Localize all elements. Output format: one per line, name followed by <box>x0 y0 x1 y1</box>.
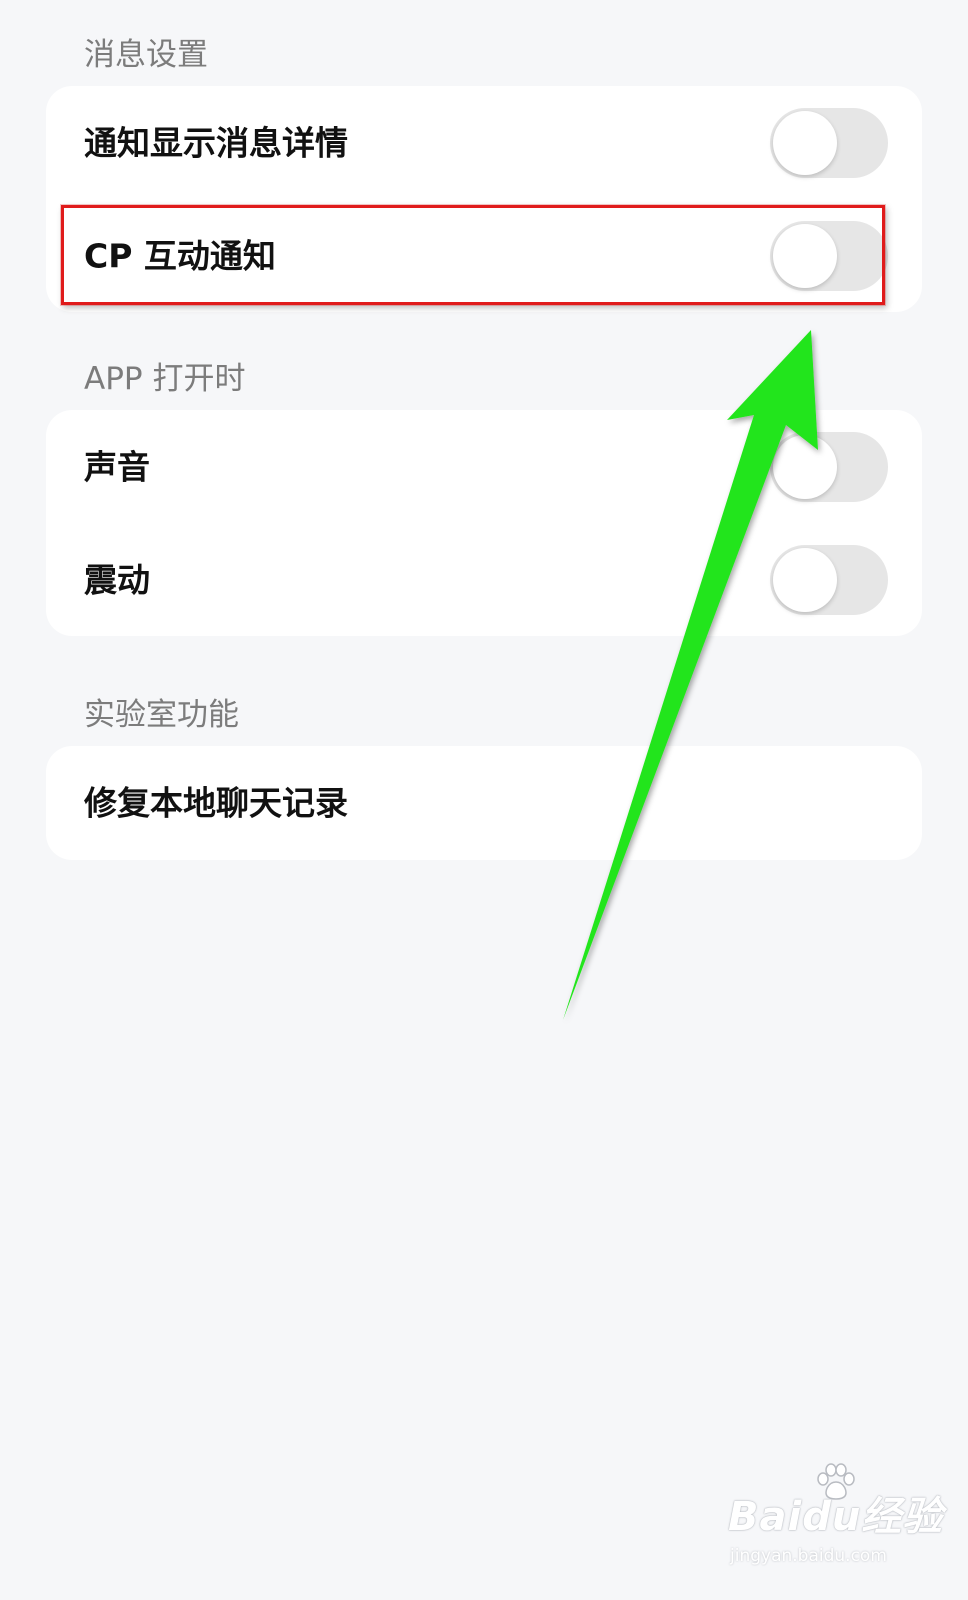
setting-row-cp-interaction[interactable]: CP 互动通知 <box>46 199 922 312</box>
setting-label-sound: 声音 <box>84 447 150 486</box>
card-app-open: 声音 震动 <box>46 410 922 636</box>
section-header-lab-features: 实验室功能 <box>84 697 239 733</box>
toggle-knob <box>773 547 837 612</box>
setting-row-repair-chat-history[interactable]: 修复本地聊天记录 <box>46 746 922 859</box>
toggle-sound[interactable] <box>770 431 888 502</box>
watermark-logo: Baidu经验 <box>728 1494 944 1540</box>
watermark-url: jingyan.baidu.com <box>730 1546 887 1566</box>
setting-label-vibration: 震动 <box>84 560 150 599</box>
setting-label-notification-details: 通知显示消息详情 <box>84 123 348 162</box>
setting-label-cp-interaction: CP 互动通知 <box>84 236 276 275</box>
toggle-vibration[interactable] <box>770 544 888 615</box>
setting-row-sound[interactable]: 声音 <box>46 410 922 523</box>
toggle-cp-interaction[interactable] <box>770 220 888 291</box>
toggle-knob <box>773 434 837 499</box>
setting-row-notification-details[interactable]: 通知显示消息详情 <box>46 86 922 199</box>
setting-label-repair-chat-history: 修复本地聊天记录 <box>84 783 348 822</box>
card-lab-features: 修复本地聊天记录 <box>46 746 922 860</box>
toggle-notification-details[interactable] <box>770 107 888 178</box>
section-header-app-open: APP 打开时 <box>84 361 246 397</box>
card-message-settings: 通知显示消息详情 CP 互动通知 <box>46 86 922 312</box>
toggle-knob <box>773 223 837 288</box>
toggle-knob <box>773 110 837 175</box>
section-header-message-settings: 消息设置 <box>84 37 208 73</box>
watermark-baidu-jingyan: Baidu经验 jingyan.baidu.com <box>728 1462 942 1582</box>
setting-row-vibration[interactable]: 震动 <box>46 523 922 636</box>
